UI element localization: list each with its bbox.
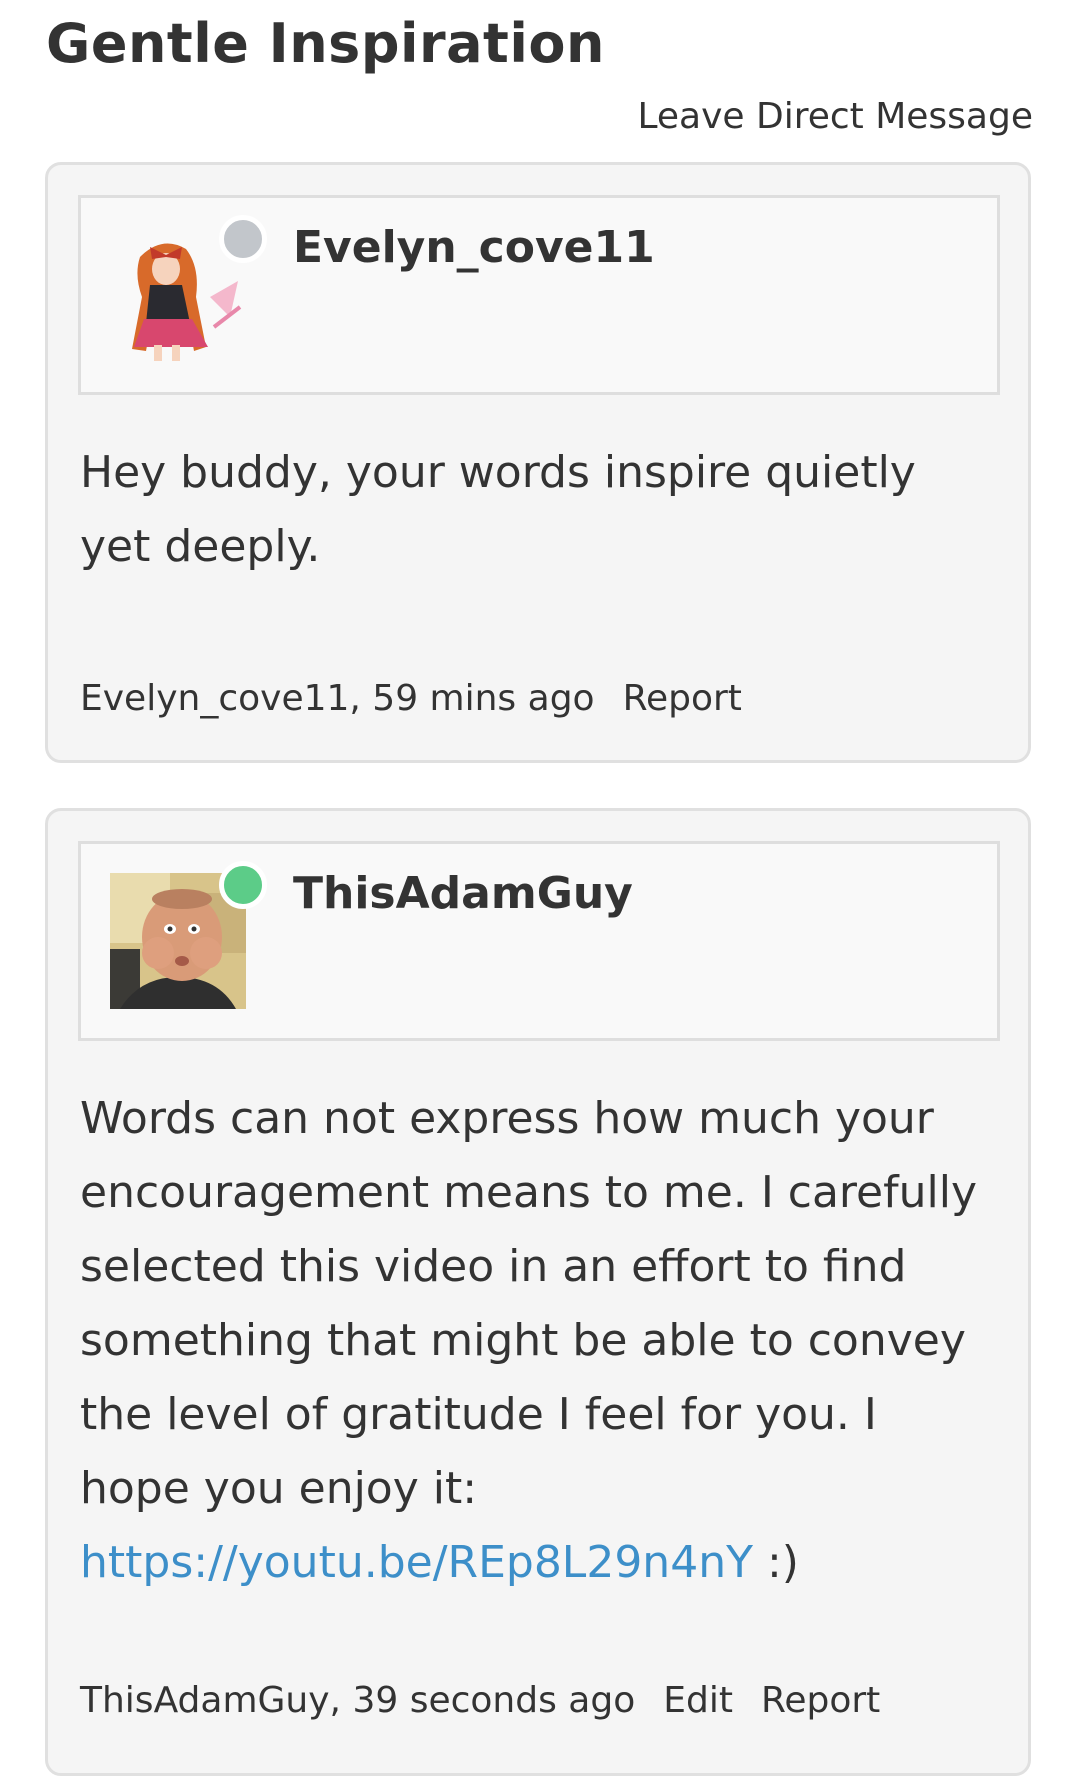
edit-link[interactable]: Edit <box>663 1680 733 1721</box>
comment-text-suffix: :) <box>752 1537 799 1588</box>
youtube-link[interactable]: https://youtu.be/REp8L29n4nY <box>80 1537 753 1588</box>
comment-text: Hey buddy, your words inspire quietly ye… <box>80 447 916 572</box>
comment-text: Words can not express how much your enco… <box>80 1082 980 1600</box>
page-title: Gentle Inspiration <box>46 12 605 75</box>
comment-card: Evelyn_cove11 Hey buddy, your words insp… <box>45 162 1031 763</box>
comment-author-time: Evelyn_cove11, 59 mins ago <box>80 678 595 719</box>
comment-author-box: Evelyn_cove11 <box>78 195 1000 395</box>
comment-author-box: ThisAdamGuy <box>78 841 1000 1041</box>
leave-direct-message-link[interactable]: Leave Direct Message <box>637 92 1033 142</box>
offline-status-icon <box>219 215 267 263</box>
comment-author-time: ThisAdamGuy, 39 seconds ago <box>80 1680 636 1721</box>
comment-meta: Evelyn_cove11, 59 mins ago Report <box>80 674 742 724</box>
comment-username[interactable]: ThisAdamGuy <box>293 866 633 922</box>
report-link[interactable]: Report <box>761 1680 880 1721</box>
report-link[interactable]: Report <box>623 678 742 719</box>
comment-text-main: Words can not express how much your enco… <box>80 1093 977 1514</box>
comment-card: ThisAdamGuy Words can not express how mu… <box>45 808 1031 1776</box>
comment-meta: ThisAdamGuy, 39 seconds ago Edit Report <box>80 1676 880 1726</box>
online-status-icon <box>219 861 267 909</box>
comment-username[interactable]: Evelyn_cove11 <box>293 220 655 276</box>
